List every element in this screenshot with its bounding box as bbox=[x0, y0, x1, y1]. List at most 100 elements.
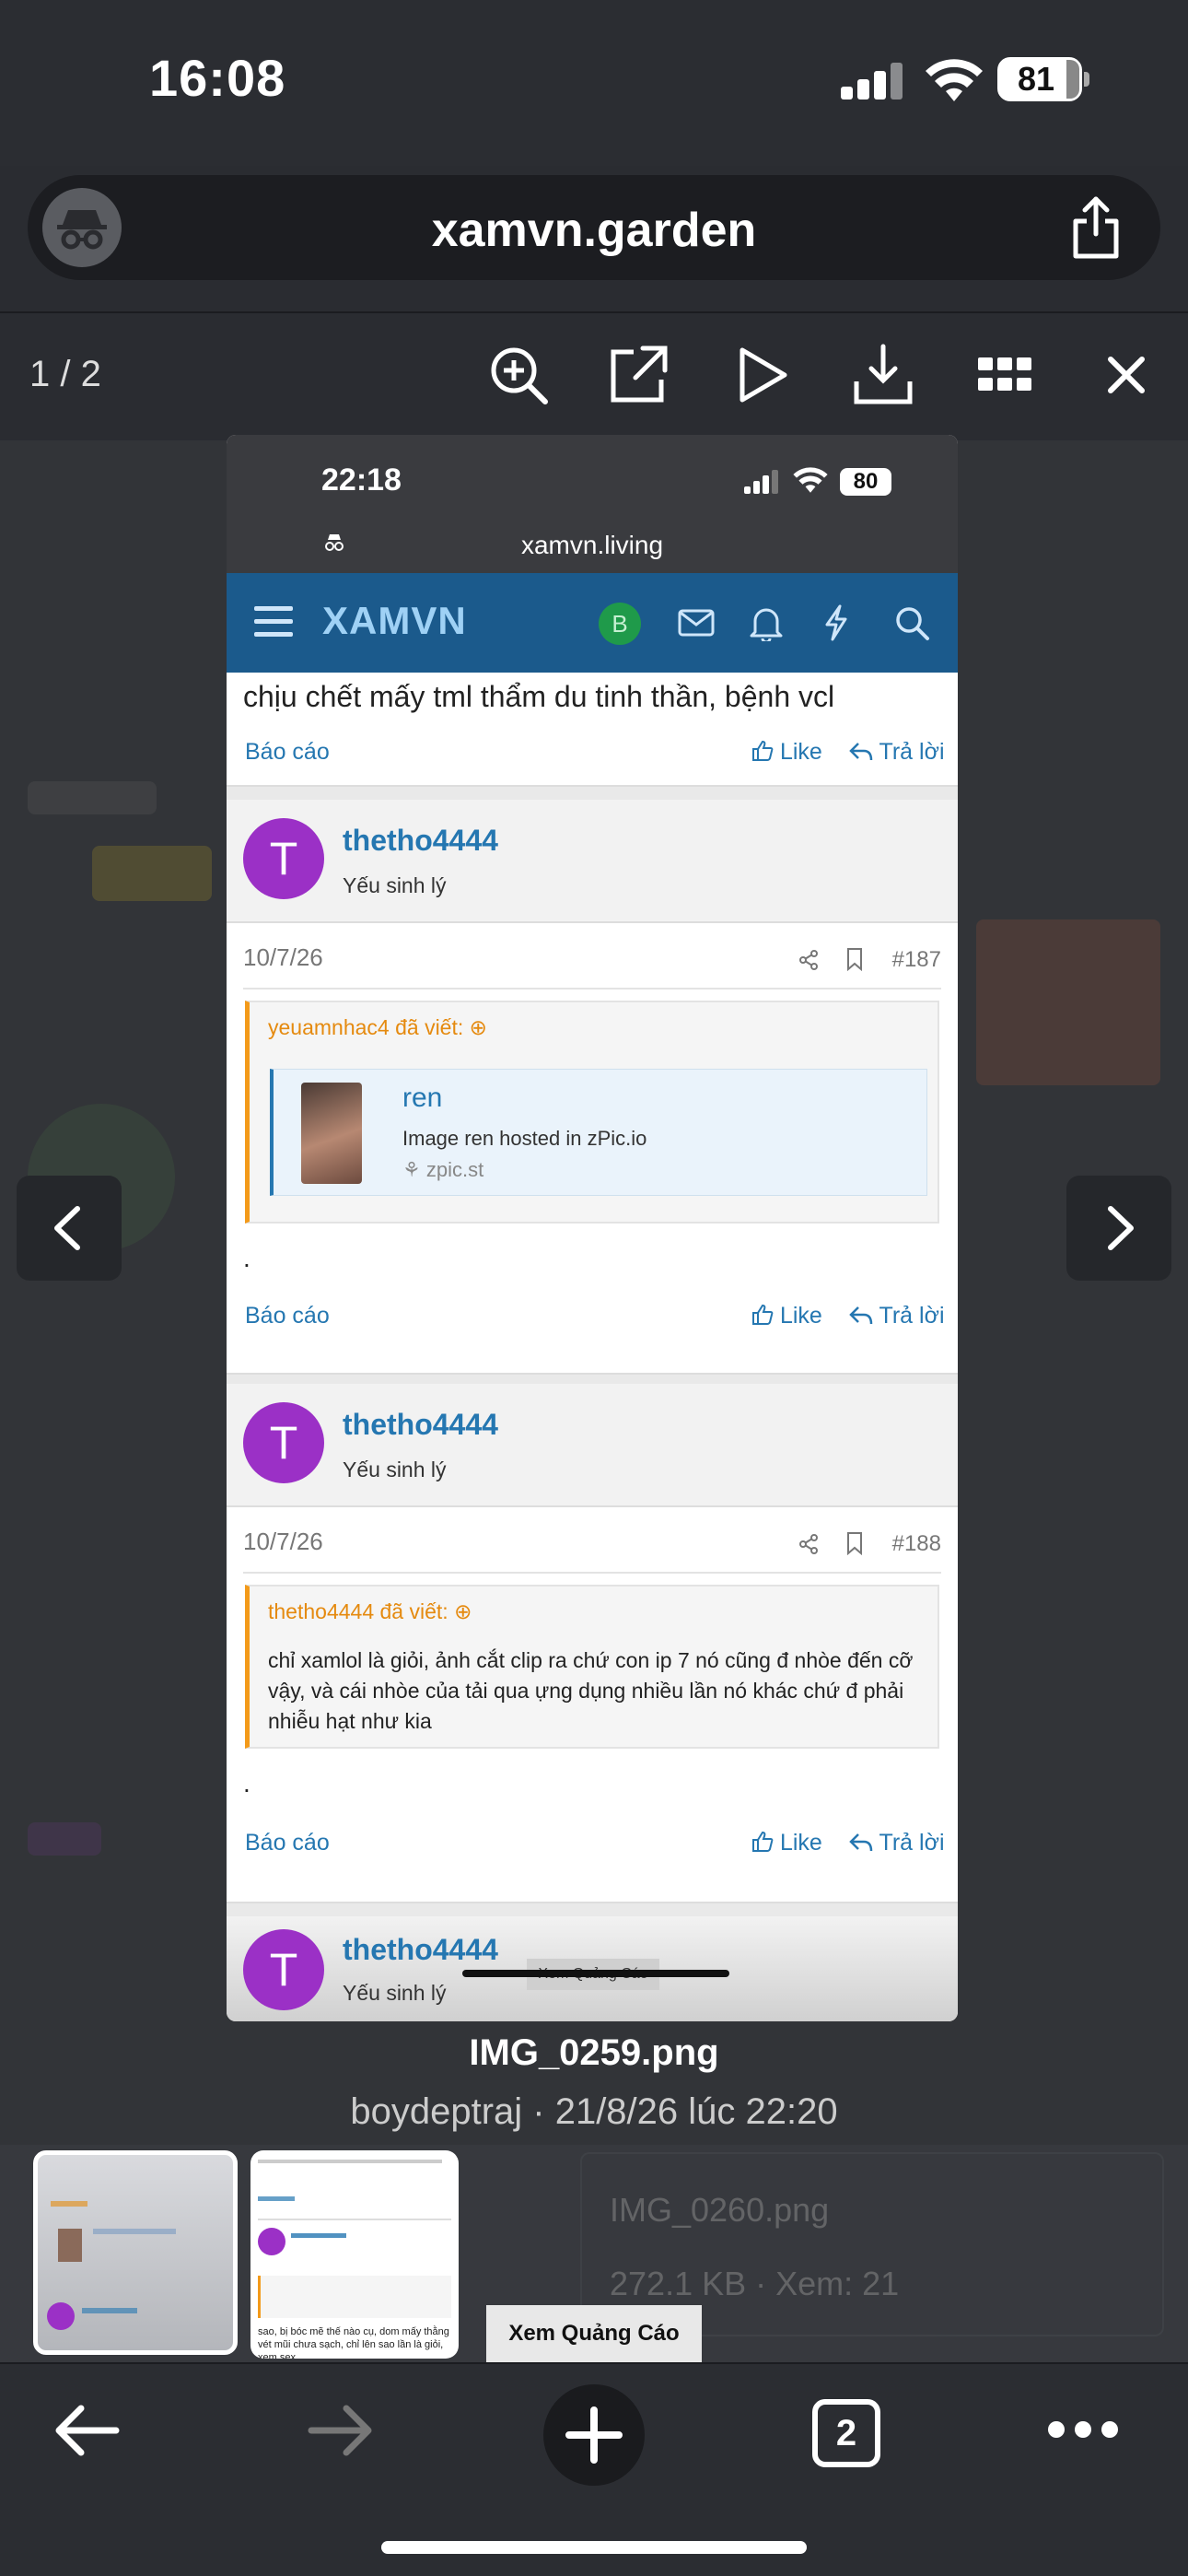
bookmark-icon bbox=[847, 1532, 862, 1555]
user-avatar-badge: B bbox=[599, 603, 641, 645]
report-link: Báo cáo bbox=[245, 739, 330, 765]
wifi-icon bbox=[926, 59, 983, 101]
arrow-up-circle-icon: ⊕ bbox=[469, 1015, 487, 1039]
open-external-icon[interactable] bbox=[606, 343, 670, 407]
share-post-icon bbox=[799, 950, 818, 970]
embed-thumbnail bbox=[301, 1083, 362, 1184]
back-icon[interactable] bbox=[52, 2401, 122, 2460]
plus-icon bbox=[565, 2406, 623, 2464]
thumbnail-1[interactable] bbox=[33, 2150, 238, 2355]
divider bbox=[243, 988, 941, 989]
thumbs-up-icon bbox=[752, 740, 774, 761]
viewed-image: 22:18 80 xamvn.living XAMVN B chịu chết … bbox=[227, 435, 958, 2021]
mail-icon bbox=[678, 609, 715, 637]
like-link: Like bbox=[751, 1303, 822, 1329]
like-label: Like bbox=[779, 1303, 822, 1329]
share-post-icon bbox=[799, 1534, 818, 1554]
reply-label: Trả lời bbox=[879, 739, 945, 765]
close-icon[interactable] bbox=[1094, 343, 1159, 407]
download-icon[interactable] bbox=[851, 343, 915, 407]
embed-title: ren bbox=[402, 1083, 443, 1113]
inner-url: xamvn.living bbox=[520, 531, 664, 559]
post-body-top: chịu chết mấy tml thẩm du tinh thần, bện… bbox=[227, 673, 958, 787]
reply-icon bbox=[849, 743, 873, 761]
username: thetho4444 bbox=[343, 1933, 498, 1966]
home-indicator bbox=[462, 1970, 729, 1977]
reply-link: Trả lời bbox=[849, 1303, 945, 1329]
share-icon[interactable] bbox=[1068, 195, 1124, 260]
chevron-left-icon bbox=[54, 1206, 80, 1250]
site-logo: XAMVN bbox=[322, 599, 467, 642]
more-icon[interactable] bbox=[1046, 2419, 1120, 2440]
inner-wifi-icon bbox=[793, 467, 828, 493]
image-filename: IMG_0259.png bbox=[469, 2032, 719, 2073]
reply-icon bbox=[849, 1833, 873, 1852]
username: thetho4444 bbox=[343, 1408, 498, 1441]
report-link: Báo cáo bbox=[245, 1303, 330, 1329]
quote-text: chỉ xamlol là giỏi, ảnh cắt clip ra chứ … bbox=[268, 1648, 914, 1733]
background-file-name: IMG_0260.png bbox=[610, 2191, 830, 2229]
inner-signal-icon bbox=[744, 470, 778, 494]
url-text[interactable]: xamvn.garden bbox=[28, 203, 1160, 258]
viewer-toolbar: 1 / 2 bbox=[0, 311, 1188, 440]
quote-author: yeuamnhac4 đã viết: ⊕ bbox=[268, 1015, 487, 1039]
like-link: Like bbox=[751, 739, 822, 766]
separator bbox=[227, 787, 958, 800]
thumbs-up-icon bbox=[752, 1304, 774, 1325]
report-link: Báo cáo bbox=[245, 1830, 330, 1856]
divider bbox=[243, 1572, 941, 1574]
arrow-up-circle-icon: ⊕ bbox=[454, 1599, 472, 1623]
thumbnail-2[interactable]: sao, bị bóc mẽ thế nào cụ, dom mấy thằng… bbox=[250, 2150, 459, 2359]
play-icon[interactable] bbox=[729, 343, 794, 407]
chevron-right-icon bbox=[1108, 1206, 1134, 1250]
bolt-icon bbox=[825, 604, 847, 641]
status-bar: 16:08 81 bbox=[0, 0, 1188, 166]
image-counter: 1 / 2 bbox=[29, 354, 101, 394]
reply-label: Trả lời bbox=[879, 1830, 945, 1856]
embed-description: Image ren hosted in zPic.io bbox=[402, 1127, 647, 1150]
inner-status-bar: 22:18 80 xamvn.living bbox=[227, 435, 958, 573]
reply-link: Trả lời bbox=[849, 739, 945, 766]
home-indicator bbox=[381, 2541, 807, 2554]
thumbs-up-icon bbox=[752, 1831, 774, 1852]
battery-level: 81 bbox=[1017, 60, 1055, 98]
image-meta: boydeptraj · 21/8/26 lúc 22:20 bbox=[350, 2091, 838, 2132]
post-text: chịu chết mấy tml thẩm du tinh thần, bện… bbox=[243, 680, 835, 713]
like-label: Like bbox=[779, 739, 822, 765]
link-embed: ren Image ren hosted in zPic.io ⚘ zpic.s… bbox=[270, 1069, 927, 1196]
address-bar[interactable]: xamvn.garden bbox=[28, 175, 1160, 280]
next-image-button[interactable] bbox=[1066, 1176, 1171, 1281]
battery-icon: 81 bbox=[997, 57, 1089, 101]
post-user-header: T thetho4444 Yếu sinh lý bbox=[227, 1384, 958, 1507]
post-188: 10/7/26 #188 thetho4444 đã viết: ⊕ chỉ x… bbox=[227, 1507, 958, 1903]
zoom-in-icon[interactable] bbox=[486, 343, 551, 407]
grid-icon[interactable] bbox=[973, 343, 1037, 407]
avatar: T bbox=[243, 818, 324, 899]
quote-block: yeuamnhac4 đã viết: ⊕ ren Image ren host… bbox=[245, 1001, 939, 1224]
reply-icon bbox=[849, 1306, 873, 1325]
post-date: 10/7/26 bbox=[243, 943, 323, 971]
watch-ad-button[interactable]: Xem Quảng Cáo bbox=[486, 2305, 702, 2362]
reply-link: Trả lời bbox=[849, 1830, 945, 1856]
like-label: Like bbox=[779, 1830, 822, 1856]
avatar: T bbox=[243, 1402, 324, 1483]
embed-site: ⚘ zpic.st bbox=[402, 1158, 484, 1181]
thumbnail-text: sao, bị bóc mẽ thế nào cụ, dom mấy thằng… bbox=[258, 2326, 449, 2359]
bookmark-icon bbox=[847, 948, 862, 971]
post-date: 10/7/26 bbox=[243, 1528, 323, 1555]
reply-label: Trả lời bbox=[879, 1303, 945, 1329]
user-title: Yếu sinh lý bbox=[343, 1981, 447, 2005]
status-time: 16:08 bbox=[149, 49, 286, 107]
post-user-header: T thetho4444 Yếu sinh lý Xem Quảng Cáo bbox=[227, 1916, 958, 2021]
forward-icon[interactable] bbox=[306, 2401, 376, 2460]
post-user-header: T thetho4444 Yếu sinh lý bbox=[227, 800, 958, 923]
inner-battery-icon: 80 bbox=[840, 468, 891, 496]
cellular-signal-icon bbox=[841, 63, 903, 100]
tabs-button[interactable]: 2 bbox=[812, 2399, 880, 2467]
user-title: Yếu sinh lý bbox=[343, 1458, 447, 1481]
search-icon bbox=[896, 607, 929, 640]
prev-image-button[interactable] bbox=[17, 1176, 122, 1281]
post-187: 10/7/26 #187 yeuamnhac4 đã viết: ⊕ ren I… bbox=[227, 923, 958, 1375]
like-link: Like bbox=[751, 1830, 822, 1856]
new-tab-button[interactable] bbox=[543, 2384, 645, 2486]
